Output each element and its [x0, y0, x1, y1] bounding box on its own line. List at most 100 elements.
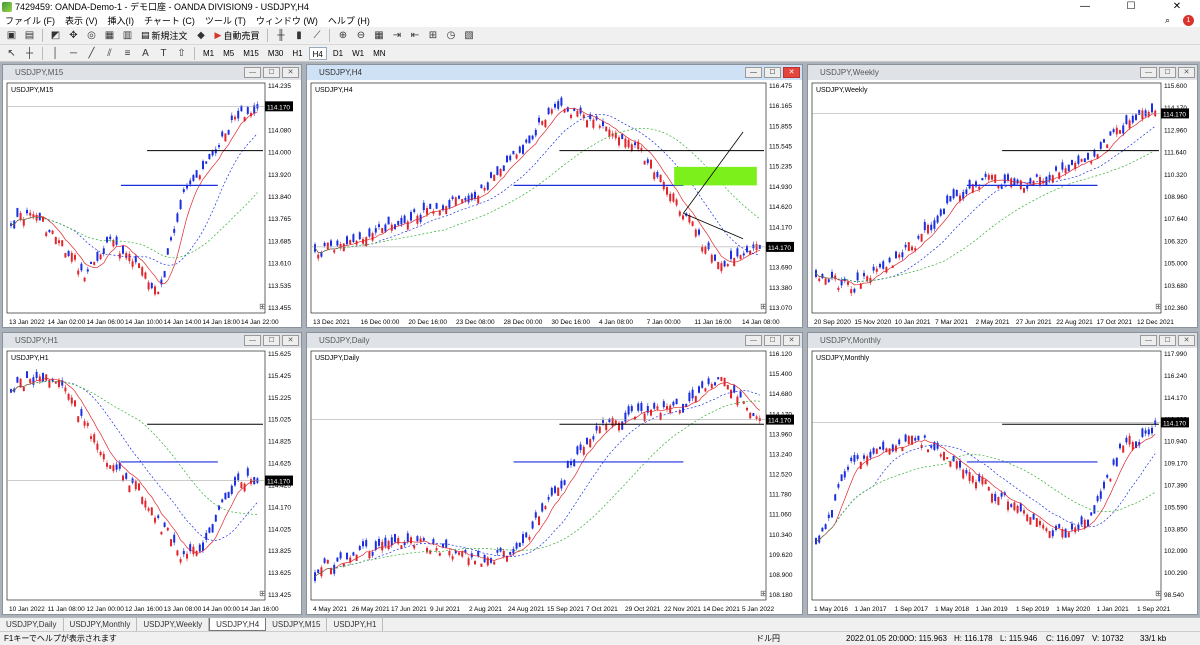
tab-usdjpy-daily[interactable]: USDJPY,Daily — [0, 618, 64, 631]
chart-minimize-button[interactable]: — — [745, 335, 762, 346]
terminal-icon[interactable]: ▦ — [102, 29, 117, 43]
chart-minimize-button[interactable]: — — [745, 67, 762, 78]
chart-shift-icon[interactable]: ⇤ — [407, 29, 422, 43]
minimize-button[interactable]: — — [1062, 0, 1108, 13]
menu-help[interactable]: ヘルプ (H) — [323, 14, 375, 27]
candle-body — [1071, 160, 1073, 165]
chart-maximize-button[interactable]: ☐ — [764, 335, 781, 346]
menu-view[interactable]: 表示 (V) — [60, 14, 103, 27]
timeframe-h1[interactable]: H1 — [289, 47, 305, 60]
candle-body — [1103, 139, 1105, 143]
navigator-icon[interactable]: ◎ — [84, 29, 99, 43]
chart-close-button[interactable]: ✕ — [282, 67, 299, 78]
chart-minimize-button[interactable]: — — [244, 335, 261, 346]
chart-window-m15[interactable]: USDJPY,M15 —☐✕ USDJPY,M15 114.235 114.170 1… — [2, 64, 302, 328]
menu-tools[interactable]: ツール (T) — [200, 14, 251, 27]
channel-icon[interactable]: ⫽ — [102, 46, 117, 60]
zoom-in-icon[interactable]: ⊕ — [335, 29, 350, 43]
trendline-icon[interactable]: ╱ — [84, 46, 99, 60]
crosshair-icon[interactable]: ┼ — [22, 46, 37, 60]
tab-usdjpy-m15[interactable]: USDJPY,M15 — [266, 618, 328, 631]
candle-body — [77, 270, 80, 275]
indicators-icon[interactable]: ⊞ — [425, 29, 440, 43]
notification-badge[interactable]: 1 — [1183, 14, 1194, 26]
menu-insert[interactable]: 挿入(I) — [103, 14, 140, 27]
candle-body — [205, 161, 208, 164]
menu-window[interactable]: ウィンドウ (W) — [251, 14, 323, 27]
timeframe-m15[interactable]: M15 — [240, 47, 262, 60]
chart-maximize-button[interactable]: ☐ — [263, 335, 280, 346]
chart-window-h1[interactable]: USDJPY,H1 — ☐ ✕ USDJPY,H1 115.625 115.425 115… — [2, 332, 302, 615]
tab-usdjpy-weekly[interactable]: USDJPY,Weekly — [137, 618, 210, 631]
chart-close-button[interactable]: ✕ — [1178, 67, 1195, 78]
chart-window-h4[interactable]: USDJPY,H4 — ☐ ✕ USDJPY,H4 116.475 116.165 115… — [306, 64, 803, 328]
chart-maximize-button[interactable]: ☐ — [1159, 67, 1176, 78]
chart-window-monthly[interactable]: USDJPY,Monthly — ☐ ✕ USDJPY,Monthly 117.990… — [807, 332, 1198, 615]
cursor-icon[interactable]: ↖ — [4, 46, 19, 60]
arrow-icon[interactable]: ⇧ — [174, 46, 189, 60]
chart-window-daily[interactable]: USDJPY,Daily — ☐ ✕ USDJPY,Daily 116.120 115.… — [306, 332, 803, 615]
chart-close-button[interactable]: ✕ — [282, 335, 299, 346]
candle-body — [659, 174, 662, 182]
candle-body — [390, 224, 393, 231]
search-icon[interactable]: ⌕ — [1160, 15, 1175, 26]
timeframe-m1[interactable]: M1 — [200, 47, 217, 60]
chart-close-button[interactable]: ✕ — [1178, 335, 1195, 346]
close-button[interactable]: ✕ — [1154, 0, 1200, 13]
label-icon[interactable]: T — [156, 46, 171, 60]
templates-icon[interactable]: ▧ — [461, 29, 476, 43]
candle-body — [102, 248, 105, 254]
horizontal-line-icon[interactable]: ─ — [66, 46, 81, 60]
chart-maximize-button[interactable]: ☐ — [263, 67, 280, 78]
timeframe-m30[interactable]: M30 — [265, 47, 287, 60]
new-chart-icon[interactable]: ▣ — [4, 29, 19, 43]
price-chart[interactable]: USDJPY,H1 115.625 115.425 115.225 115.025 114… — [3, 349, 301, 614]
periods-icon[interactable]: ◷ — [443, 29, 458, 43]
y-tick-label: 108.180 — [769, 592, 793, 599]
chart-maximize-button[interactable]: ☐ — [764, 67, 781, 78]
metaeditor-icon[interactable]: ◆ — [194, 29, 209, 43]
timeframe-d1[interactable]: D1 — [330, 47, 346, 60]
vertical-line-icon[interactable]: │ — [48, 46, 63, 60]
chart-minimize-button[interactable]: — — [1140, 67, 1157, 78]
market-watch-icon[interactable]: ◩ — [48, 29, 63, 43]
candle-body — [550, 109, 553, 114]
tab-usdjpy-monthly[interactable]: USDJPY,Monthly — [64, 618, 138, 631]
tile-windows-icon[interactable]: ▦ — [371, 29, 386, 43]
bar-chart-icon[interactable]: ╫ — [273, 29, 288, 43]
fibonacci-icon[interactable]: ≡ — [120, 46, 135, 60]
chart-minimize-button[interactable]: — — [1140, 335, 1157, 346]
tab-usdjpy-h4[interactable]: USDJPY,H4 — [209, 618, 267, 631]
new-order-button[interactable]: ▤ 新規注文 — [138, 29, 191, 43]
candlestick-icon[interactable]: ▮ — [291, 29, 306, 43]
timeframe-mn[interactable]: MN — [370, 47, 388, 60]
timeframe-m5[interactable]: M5 — [220, 47, 237, 60]
price-chart[interactable]: USDJPY,M15 114.235 114.170 114.080 114.000 11… — [3, 81, 301, 327]
candle-body — [125, 473, 128, 479]
chart-window-weekly[interactable]: USDJPY,Weekly — ☐ ✕ USDJPY,Weekly 115.600 11… — [807, 64, 1198, 328]
chart-close-button[interactable]: ✕ — [783, 335, 800, 346]
price-chart[interactable]: USDJPY,H4 116.475 116.165 115.855 115.545 115… — [307, 81, 802, 327]
profiles-icon[interactable]: ▤ — [22, 29, 37, 43]
price-chart[interactable]: USDJPY,Weekly 115.600 114.170 112.960 111.64… — [808, 81, 1197, 327]
tester-icon[interactable]: ▥ — [120, 29, 135, 43]
menu-chart[interactable]: チャート (C) — [139, 14, 200, 27]
data-window-icon[interactable]: ✥ — [66, 29, 81, 43]
zoom-out-icon[interactable]: ⊖ — [353, 29, 368, 43]
chart-maximize-button[interactable]: ☐ — [1159, 335, 1176, 346]
menu-file[interactable]: ファイル (F) — [0, 14, 60, 27]
auto-trade-button[interactable]: ▶ 自動売買 — [212, 29, 263, 43]
candle-body — [96, 443, 99, 450]
candle-body — [618, 137, 620, 146]
timeframe-h4[interactable]: H4 — [308, 46, 327, 60]
autoscroll-icon[interactable]: ⇥ — [389, 29, 404, 43]
chart-close-button[interactable]: ✕ — [783, 67, 800, 78]
chart-minimize-button[interactable]: — — [244, 67, 261, 78]
text-icon[interactable]: A — [138, 46, 153, 60]
price-chart[interactable]: USDJPY,Daily 116.120 115.400 114.680 114.170… — [307, 349, 802, 614]
line-chart-icon[interactable]: ⟋ — [309, 29, 324, 43]
tab-usdjpy-h1[interactable]: USDJPY,H1 — [327, 618, 384, 631]
maximize-button[interactable]: ☐ — [1108, 0, 1154, 13]
timeframe-w1[interactable]: W1 — [349, 47, 367, 60]
price-chart[interactable]: USDJPY,Monthly117.990116.240114.170112.6… — [808, 349, 1197, 614]
